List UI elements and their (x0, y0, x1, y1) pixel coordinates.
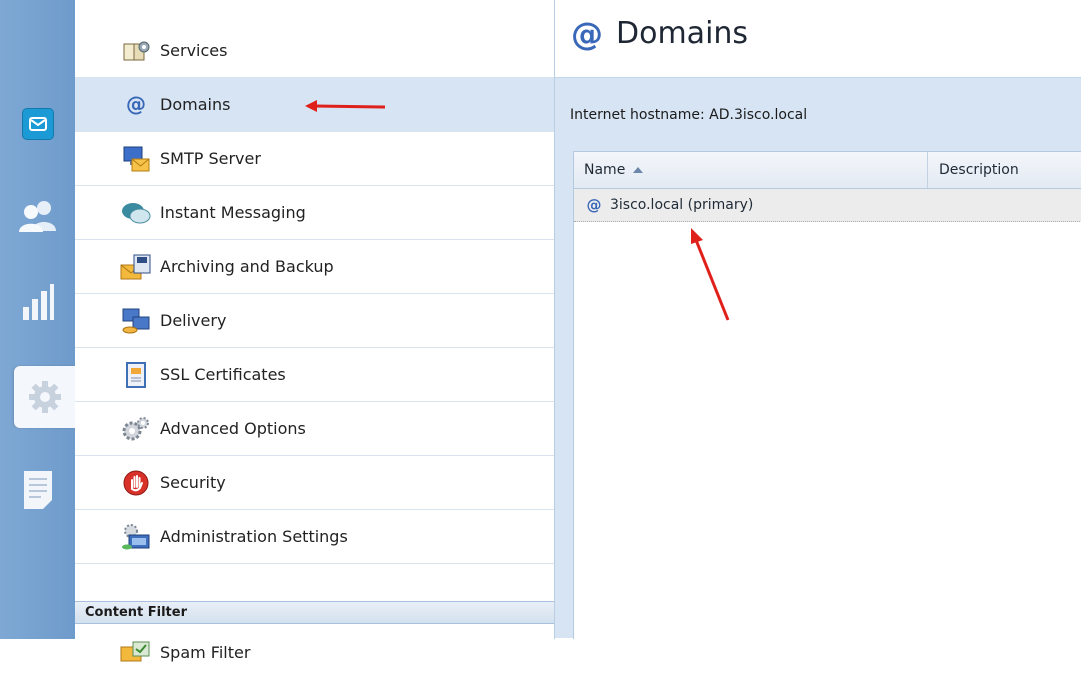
svg-text:@: @ (587, 197, 602, 213)
gear-icon (29, 381, 61, 413)
content-header: @ Domains (555, 0, 1081, 77)
chat-bubbles-icon (118, 198, 154, 228)
rail-statistics-button[interactable] (0, 272, 75, 332)
menu-item-administration-settings[interactable]: Administration Settings (75, 510, 554, 564)
certificate-icon (118, 360, 154, 390)
archive-icon (118, 252, 154, 282)
domain-name-cell: 3isco.local (primary) (610, 197, 754, 213)
menu-item-label: Archiving and Backup (160, 257, 334, 276)
settings-menu: Services @ Domains SMTP Server Instant M… (75, 0, 555, 662)
page-title: Domains (616, 16, 749, 51)
delivery-icon (118, 306, 154, 336)
at-sign-icon: @ (571, 17, 603, 51)
document-icon (23, 471, 52, 509)
domains-panel: Internet hostname: AD.3isco.local Name D… (555, 77, 1081, 639)
svg-text:@: @ (571, 17, 603, 51)
internet-hostname-label: Internet hostname: AD.3isco.local (570, 107, 808, 123)
menu-item-spam-filter[interactable]: Spam Filter (75, 625, 554, 679)
red-arrow-annotation (691, 228, 730, 321)
menu-item-label: Delivery (160, 311, 227, 330)
rail-mail-button[interactable] (0, 94, 75, 154)
at-sign-icon: @ (587, 197, 602, 213)
menu-item-archiving-and-backup[interactable]: Archiving and Backup (75, 240, 554, 294)
gears-icon (118, 414, 154, 444)
menu-item-instant-messaging[interactable]: Instant Messaging (75, 186, 554, 240)
rail-logs-button[interactable] (0, 460, 75, 520)
domains-table: Name Description @ 3isco.local (primary) (573, 151, 1081, 639)
section-header-content-filter: Content Filter (75, 601, 554, 624)
mail-icon (21, 108, 54, 140)
column-header-description[interactable]: Description (939, 152, 1081, 188)
menu-item-label: SSL Certificates (160, 365, 286, 384)
menu-item-label: SMTP Server (160, 149, 261, 168)
users-icon (18, 201, 56, 232)
menu-item-label: Services (160, 41, 228, 60)
menu-item-label: Administration Settings (160, 527, 348, 546)
menu-item-label: Advanced Options (160, 419, 306, 438)
app-navigation-rail (0, 0, 76, 639)
domains-content-pane: @ Domains Internet hostname: AD.3isco.lo… (555, 0, 1081, 639)
sort-ascending-icon (633, 167, 644, 173)
statistics-icon (22, 284, 54, 320)
red-arrow-annotation (305, 100, 386, 112)
menu-item-label: Domains (160, 95, 231, 114)
menu-item-ssl-certificates[interactable]: SSL Certificates (75, 348, 554, 402)
stop-hand-icon (118, 468, 154, 498)
services-icon (118, 36, 154, 66)
rail-configuration-button[interactable] (14, 366, 76, 428)
menu-item-domains[interactable]: @ Domains (75, 78, 554, 132)
menu-item-label: Security (160, 473, 226, 492)
column-header-label: Description (939, 162, 1019, 178)
menu-item-delivery[interactable]: Delivery (75, 294, 554, 348)
smtp-server-icon (118, 144, 154, 174)
spam-filter-icon (118, 637, 154, 667)
rail-users-button[interactable] (0, 186, 75, 246)
menu-item-advanced-options[interactable]: Advanced Options (75, 402, 554, 456)
table-row[interactable]: @ 3isco.local (primary) (574, 189, 1081, 222)
admin-settings-icon (118, 522, 154, 552)
menu-item-security[interactable]: Security (75, 456, 554, 510)
column-header-name[interactable]: Name (574, 152, 928, 188)
menu-item-label: Spam Filter (160, 642, 251, 662)
column-header-label: Name (584, 162, 626, 178)
menu-item-label: Instant Messaging (160, 203, 306, 222)
menu-item-services[interactable]: Services (75, 24, 554, 78)
table-header: Name Description (574, 152, 1081, 189)
at-sign-icon: @ (118, 90, 154, 120)
menu-item-smtp-server[interactable]: SMTP Server (75, 132, 554, 186)
svg-text:@: @ (126, 94, 146, 116)
